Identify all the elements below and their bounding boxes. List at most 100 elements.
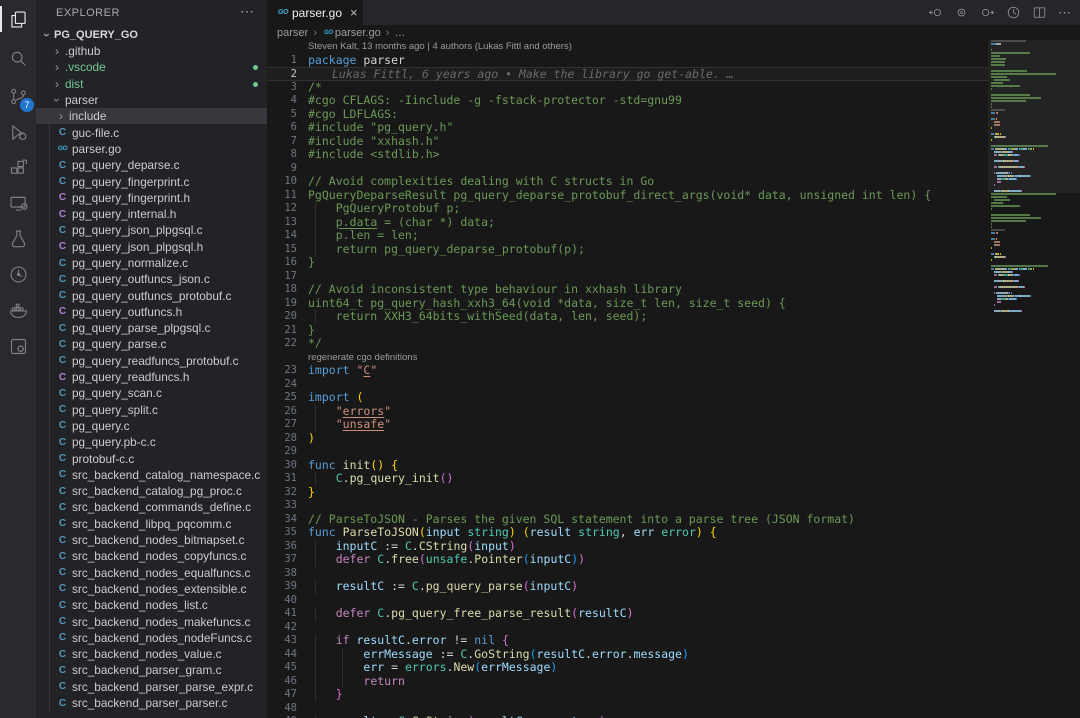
tree-item[interactable]: Cpg_query_normalize.c [36, 255, 267, 271]
code-line[interactable]: 43 if resultC.error != nil { [267, 634, 988, 648]
code-line[interactable]: 8#include <stdlib.h> [267, 148, 988, 162]
tree-item[interactable]: ›.vscode [36, 59, 267, 75]
tree-item[interactable]: Cpg_query_json_plpgsql.c [36, 222, 267, 238]
gitlens-file-history-icon[interactable] [1006, 5, 1021, 20]
tree-item[interactable]: Cpg_query_readfuncs_protobuf.c [36, 353, 267, 369]
tree-item[interactable]: ›dist [36, 76, 267, 92]
minimap[interactable] [988, 40, 1080, 718]
code-line[interactable]: 24 [267, 378, 988, 392]
source-control-icon[interactable]: 7 [0, 79, 36, 113]
code-line[interactable]: 35func ParseToJSON(input string) (result… [267, 526, 988, 540]
code-line[interactable]: 38 [267, 567, 988, 581]
breadcrumb-segment[interactable]: … [394, 27, 405, 39]
code-line[interactable]: 4#cgo CFLAGS: -Iinclude -g -fstack-prote… [267, 94, 988, 108]
close-icon[interactable]: × [350, 6, 358, 19]
tab-parser-go[interactable]: GO parser.go × [267, 0, 363, 25]
code-line[interactable]: 32} [267, 486, 988, 500]
tree-item[interactable]: Csrc_backend_commands_define.c [36, 499, 267, 515]
tree-item[interactable]: Cpg_query_outfuncs_json.c [36, 271, 267, 287]
code-line[interactable]: 6#include "pg_query.h" [267, 121, 988, 135]
tree-item[interactable]: ›parser [36, 92, 267, 108]
tree-item[interactable]: Cpg_query_internal.h [36, 206, 267, 222]
tree-item[interactable]: Cpg_query_readfuncs.h [36, 369, 267, 385]
code-line[interactable]: 37 defer C.free(unsafe.Pointer(inputC)) [267, 553, 988, 567]
tree-item[interactable]: Cpg_query_parse.c [36, 336, 267, 352]
code-line[interactable]: 12 PgQueryProtobuf p; [267, 202, 988, 216]
gitlens-icon[interactable] [0, 257, 36, 291]
docker-icon[interactable] [0, 293, 36, 327]
code-line[interactable]: 18// Avoid inconsistent type behaviour i… [267, 283, 988, 297]
code-line[interactable]: 2Lukas Fittl, 6 years ago • Make the lib… [267, 67, 988, 81]
tree-item[interactable]: Csrc_backend_libpq_pqcomm.c [36, 516, 267, 532]
code-line[interactable]: 26 "errors" [267, 405, 988, 419]
breadcrumb-segment[interactable]: parser [277, 27, 308, 39]
codelens[interactable]: Steven Kalt, 13 months ago | 4 authors (… [267, 40, 988, 54]
tree-item[interactable]: Cprotobuf-c.c [36, 450, 267, 466]
extension-settings-icon[interactable] [0, 329, 36, 363]
code-line[interactable]: 41 defer C.pg_query_free_parse_result(re… [267, 607, 988, 621]
tree-item[interactable]: Csrc_backend_nodes_bitmapset.c [36, 532, 267, 548]
code-line[interactable]: 7#include "xxhash.h" [267, 135, 988, 149]
code-line[interactable]: 46 return [267, 675, 988, 689]
tree-item[interactable]: ›include [36, 108, 267, 124]
tree-item[interactable]: Cpg_query_fingerprint.c [36, 173, 267, 189]
tree-item[interactable]: Cpg_query_fingerprint.h [36, 190, 267, 206]
code-line[interactable]: 3/* [267, 81, 988, 95]
code-line[interactable]: 33 [267, 499, 988, 513]
code-line[interactable]: 27 "unsafe" [267, 418, 988, 432]
tree-root-pg-query-go[interactable]: › PG_QUERY_GO [36, 26, 267, 43]
tree-item[interactable]: ›.github [36, 43, 267, 59]
tree-item[interactable]: GOparser.go [36, 141, 267, 157]
tree-item[interactable]: Cpg_query_split.c [36, 402, 267, 418]
tree-item[interactable]: Cpg_query_outfuncs.h [36, 304, 267, 320]
breadcrumb-segment[interactable]: parser.go [335, 27, 381, 39]
code-line[interactable]: 40 [267, 594, 988, 608]
remote-explorer-icon[interactable] [0, 186, 36, 220]
testing-icon[interactable] [0, 221, 36, 255]
tree-item[interactable]: Csrc_backend_nodes_extensible.c [36, 581, 267, 597]
code-line[interactable]: 17 [267, 270, 988, 284]
code-line[interactable]: 9 [267, 162, 988, 176]
code-line[interactable]: 11PgQueryDeparseResult pg_query_deparse_… [267, 189, 988, 203]
tree-item[interactable]: Csrc_backend_nodes_value.c [36, 646, 267, 662]
tree-item[interactable]: Csrc_backend_catalog_namespace.c [36, 467, 267, 483]
code-line[interactable]: 15 return pg_query_deparse_protobuf(p); [267, 243, 988, 257]
code-line[interactable]: 45 err = errors.New(errMessage) [267, 661, 988, 675]
code-line[interactable]: 29 [267, 445, 988, 459]
tree-item[interactable]: Csrc_backend_nodes_makefuncs.c [36, 613, 267, 629]
tree-item[interactable]: Csrc_backend_parser_gram.c [36, 662, 267, 678]
open-changes-prev-icon[interactable] [928, 5, 943, 20]
split-editor-icon[interactable] [1032, 5, 1047, 20]
code-line[interactable]: 28) [267, 432, 988, 446]
code-line[interactable]: 30func init() { [267, 459, 988, 473]
code-line[interactable]: 20 return XXH3_64bits_withSeed(data, len… [267, 310, 988, 324]
code-line[interactable]: 34// ParseToJSON - Parses the given SQL … [267, 513, 988, 527]
tree-item[interactable]: Cpg_query_parse_plpgsql.c [36, 320, 267, 336]
tree-item[interactable]: Cpg_query.pb-c.c [36, 434, 267, 450]
more-actions-icon[interactable]: ⋯ [1058, 5, 1072, 21]
code-line[interactable]: 5#cgo LDFLAGS: [267, 108, 988, 122]
code-line[interactable]: 42 [267, 621, 988, 635]
code-line[interactable]: 48 [267, 702, 988, 716]
code-line[interactable]: 25import ( [267, 391, 988, 405]
code-line[interactable]: 21} [267, 324, 988, 338]
codelens[interactable]: regenerate cgo definitions [267, 351, 988, 365]
code-line[interactable]: 23import "C" [267, 364, 988, 378]
tree-item[interactable]: Csrc_backend_nodes_copyfuncs.c [36, 548, 267, 564]
tree-item[interactable]: Csrc_backend_nodes_list.c [36, 597, 267, 613]
tree-item[interactable]: Csrc_backend_catalog_pg_proc.c [36, 483, 267, 499]
code-line[interactable]: 44 errMessage := C.GoString(resultC.erro… [267, 648, 988, 662]
code-line[interactable]: 19uint64_t pg_query_hash_xxh3_64(void *d… [267, 297, 988, 311]
tree-item[interactable]: Cpg_query_outfuncs_protobuf.c [36, 287, 267, 303]
code-line[interactable]: 1package parser [267, 54, 988, 68]
code-line[interactable]: 22*/ [267, 337, 988, 351]
tree-item[interactable]: Csrc_backend_parser_parser.c [36, 695, 267, 711]
tree-item[interactable]: Cguc-file.c [36, 124, 267, 140]
explorer-more-actions-icon[interactable]: ⋯ [240, 3, 255, 20]
search-icon[interactable] [0, 41, 36, 75]
tree-item[interactable]: Cpg_query.c [36, 418, 267, 434]
code-line[interactable]: 13 p.data = (char *) data; [267, 216, 988, 230]
tree-item[interactable]: Cpg_query_scan.c [36, 385, 267, 401]
tree-item[interactable]: Cpg_query_deparse.c [36, 157, 267, 173]
code-line[interactable]: 47 } [267, 688, 988, 702]
